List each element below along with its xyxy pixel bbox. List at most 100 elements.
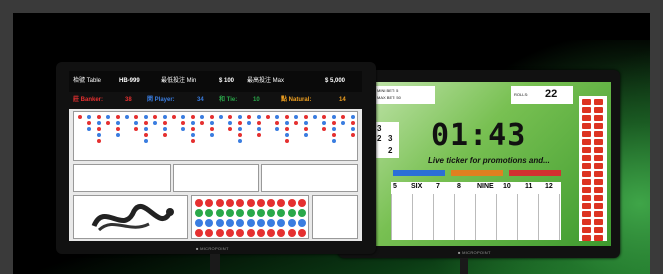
bead-dot [331, 121, 336, 125]
bead-dot [162, 133, 167, 137]
bead-plate-dot [298, 209, 306, 217]
table-header: 枱號 Table HB-999 最低投注 Min $ 100 最高投注 Max … [69, 71, 362, 92]
side-number: 3 [388, 134, 393, 143]
bead-dot [322, 127, 327, 131]
bead-dot [181, 121, 186, 125]
bead-dot [350, 127, 355, 131]
bead-dot [143, 115, 148, 119]
side-number: 2 [388, 146, 393, 155]
promo-bar-orange [451, 170, 503, 176]
number-cell: 12 [545, 183, 553, 190]
bead-dot [190, 133, 195, 137]
big-road-middle [173, 164, 259, 192]
right-screen: MINI BET: 5 MAX BET: 50 ROLLS: 22 3 2 3 … [371, 82, 611, 246]
bead-plate-dot [256, 199, 265, 207]
bead-dot [134, 127, 139, 131]
banker-count: 38 [125, 97, 132, 103]
bead-dot [275, 115, 280, 119]
side-history-square [594, 147, 603, 153]
bead-dot [115, 115, 120, 119]
side-number: 2 [377, 134, 382, 143]
side-history-square [594, 171, 603, 177]
bead-dot [153, 121, 158, 125]
bead-dot [200, 121, 205, 125]
min-bet-value: $ 100 [219, 78, 235, 84]
tie-count: 10 [253, 97, 260, 103]
dragon-logo-icon [91, 204, 174, 232]
bead-plate-dot [215, 199, 224, 207]
bead-dot [162, 115, 167, 119]
bead-dot [96, 133, 101, 137]
bead-dot [125, 115, 129, 119]
promo-ticker: Live ticker for promotions and... [428, 156, 550, 165]
bead-plate-dot [267, 199, 276, 207]
side-history-square [594, 179, 603, 185]
bead-plate-dot [215, 219, 224, 227]
bead-dot [143, 121, 148, 125]
bead-dot [96, 115, 101, 119]
bead-plate-dot [236, 199, 245, 207]
bead-plate-dot [246, 209, 255, 217]
bead-dot [256, 133, 261, 137]
bead-dot [275, 121, 280, 125]
bead-dot [284, 133, 289, 137]
side-history-square [582, 187, 591, 193]
bead-plate-dot [277, 219, 286, 227]
bead-dot [209, 127, 214, 131]
bead-plate-dot [225, 219, 234, 227]
bead-dot [350, 115, 355, 119]
left-brand-logo: ■ MICROPOINT [196, 246, 229, 251]
bead-plate-dot [236, 229, 245, 237]
side-number-panel: 3 2 3 2 [375, 122, 399, 158]
max-bet-label: 最高投注 Max [247, 78, 285, 84]
bead-dot [87, 115, 92, 119]
left-monitor: 枱號 Table HB-999 最低投注 Min $ 100 最高投注 Max … [56, 62, 376, 254]
bead-plate-dot [195, 199, 203, 207]
side-history-square [594, 211, 603, 217]
bead-dot [115, 133, 120, 137]
side-history-square [582, 195, 591, 201]
side-history-square [582, 179, 591, 185]
bead-dot [247, 121, 252, 125]
number-cell: 11 [525, 183, 533, 190]
bead-dot [237, 121, 242, 125]
bead-dot [266, 115, 270, 119]
side-history-square [582, 227, 591, 233]
side-history-square [582, 131, 591, 137]
bead-dot [331, 127, 336, 131]
bead-dot [115, 121, 120, 125]
bet-info-box: MINI BET: 5 MAX BET: 50 [375, 86, 435, 104]
bead-plate-dot [298, 229, 306, 237]
side-history-square [594, 139, 603, 145]
bead-dot [87, 127, 92, 131]
big-road-right [261, 164, 358, 192]
bead-plate-dot [195, 219, 203, 227]
side-history-square [582, 147, 591, 153]
bead-plate-dot [267, 229, 276, 237]
table-id: HB-999 [119, 78, 140, 84]
result-stats-bar: 莊 Banker: 38 閑 Player: 34 和 Tie: 10 點 Na… [69, 92, 362, 109]
side-history-square [582, 171, 591, 177]
side-history-square [594, 123, 603, 129]
bead-dot [228, 127, 233, 131]
bead-dot [134, 121, 139, 125]
bead-dot [284, 115, 289, 119]
bead-dot [303, 133, 308, 137]
right-brand-logo: ■ MICROPOINT [458, 250, 491, 255]
natural-count: 14 [339, 97, 346, 103]
bead-dot [303, 115, 308, 119]
bead-dot [96, 139, 101, 143]
bead-dot [200, 115, 205, 119]
side-history-square [594, 107, 603, 113]
max-bet-value: $ 5,000 [325, 78, 346, 84]
side-history-square [594, 99, 603, 105]
side-history-square [582, 99, 591, 105]
bead-road [73, 111, 358, 161]
bead-dot [284, 121, 289, 125]
promo-bar-red [509, 170, 561, 176]
number-cell: 10 [503, 183, 511, 190]
bead-dot [331, 133, 336, 137]
right-stand [460, 258, 468, 274]
empty-road-panel [312, 195, 358, 239]
bead-dot [209, 133, 214, 137]
